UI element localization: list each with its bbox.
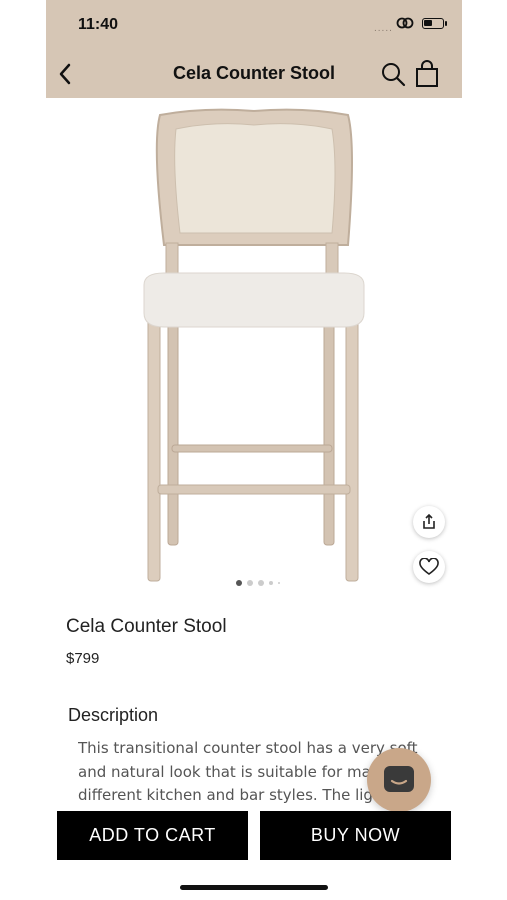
- home-indicator[interactable]: [180, 885, 328, 890]
- product-price: $799: [66, 650, 100, 667]
- battery-icon: [422, 18, 447, 29]
- add-to-cart-button[interactable]: ADD TO CART: [57, 811, 248, 860]
- app-header: Cela Counter Stool: [46, 50, 462, 98]
- product-name: Cela Counter Stool: [66, 616, 227, 637]
- search-icon[interactable]: [380, 61, 406, 87]
- shopping-bag-icon[interactable]: [414, 60, 440, 88]
- favorite-button[interactable]: [413, 551, 445, 583]
- status-bar: 11:40 .....: [46, 0, 462, 50]
- pager-dot[interactable]: [236, 580, 242, 586]
- share-icon: [423, 513, 435, 529]
- heart-icon: [419, 558, 439, 575]
- share-button[interactable]: [413, 506, 445, 538]
- status-time: 11:40: [78, 16, 119, 33]
- link-icon: [396, 17, 414, 29]
- description-heading: Description: [68, 705, 159, 725]
- status-icons: .....: [374, 15, 447, 35]
- pager-dot[interactable]: [258, 580, 264, 586]
- product-image[interactable]: [134, 105, 374, 585]
- chat-icon: [384, 766, 414, 792]
- pager-dot[interactable]: [247, 580, 253, 586]
- pager-dot[interactable]: [278, 582, 280, 584]
- buy-now-button[interactable]: BUY NOW: [260, 811, 451, 860]
- signal-icon: .....: [374, 23, 393, 34]
- chat-button[interactable]: [367, 748, 431, 812]
- image-pager[interactable]: [236, 580, 280, 586]
- pager-dot[interactable]: [269, 581, 273, 585]
